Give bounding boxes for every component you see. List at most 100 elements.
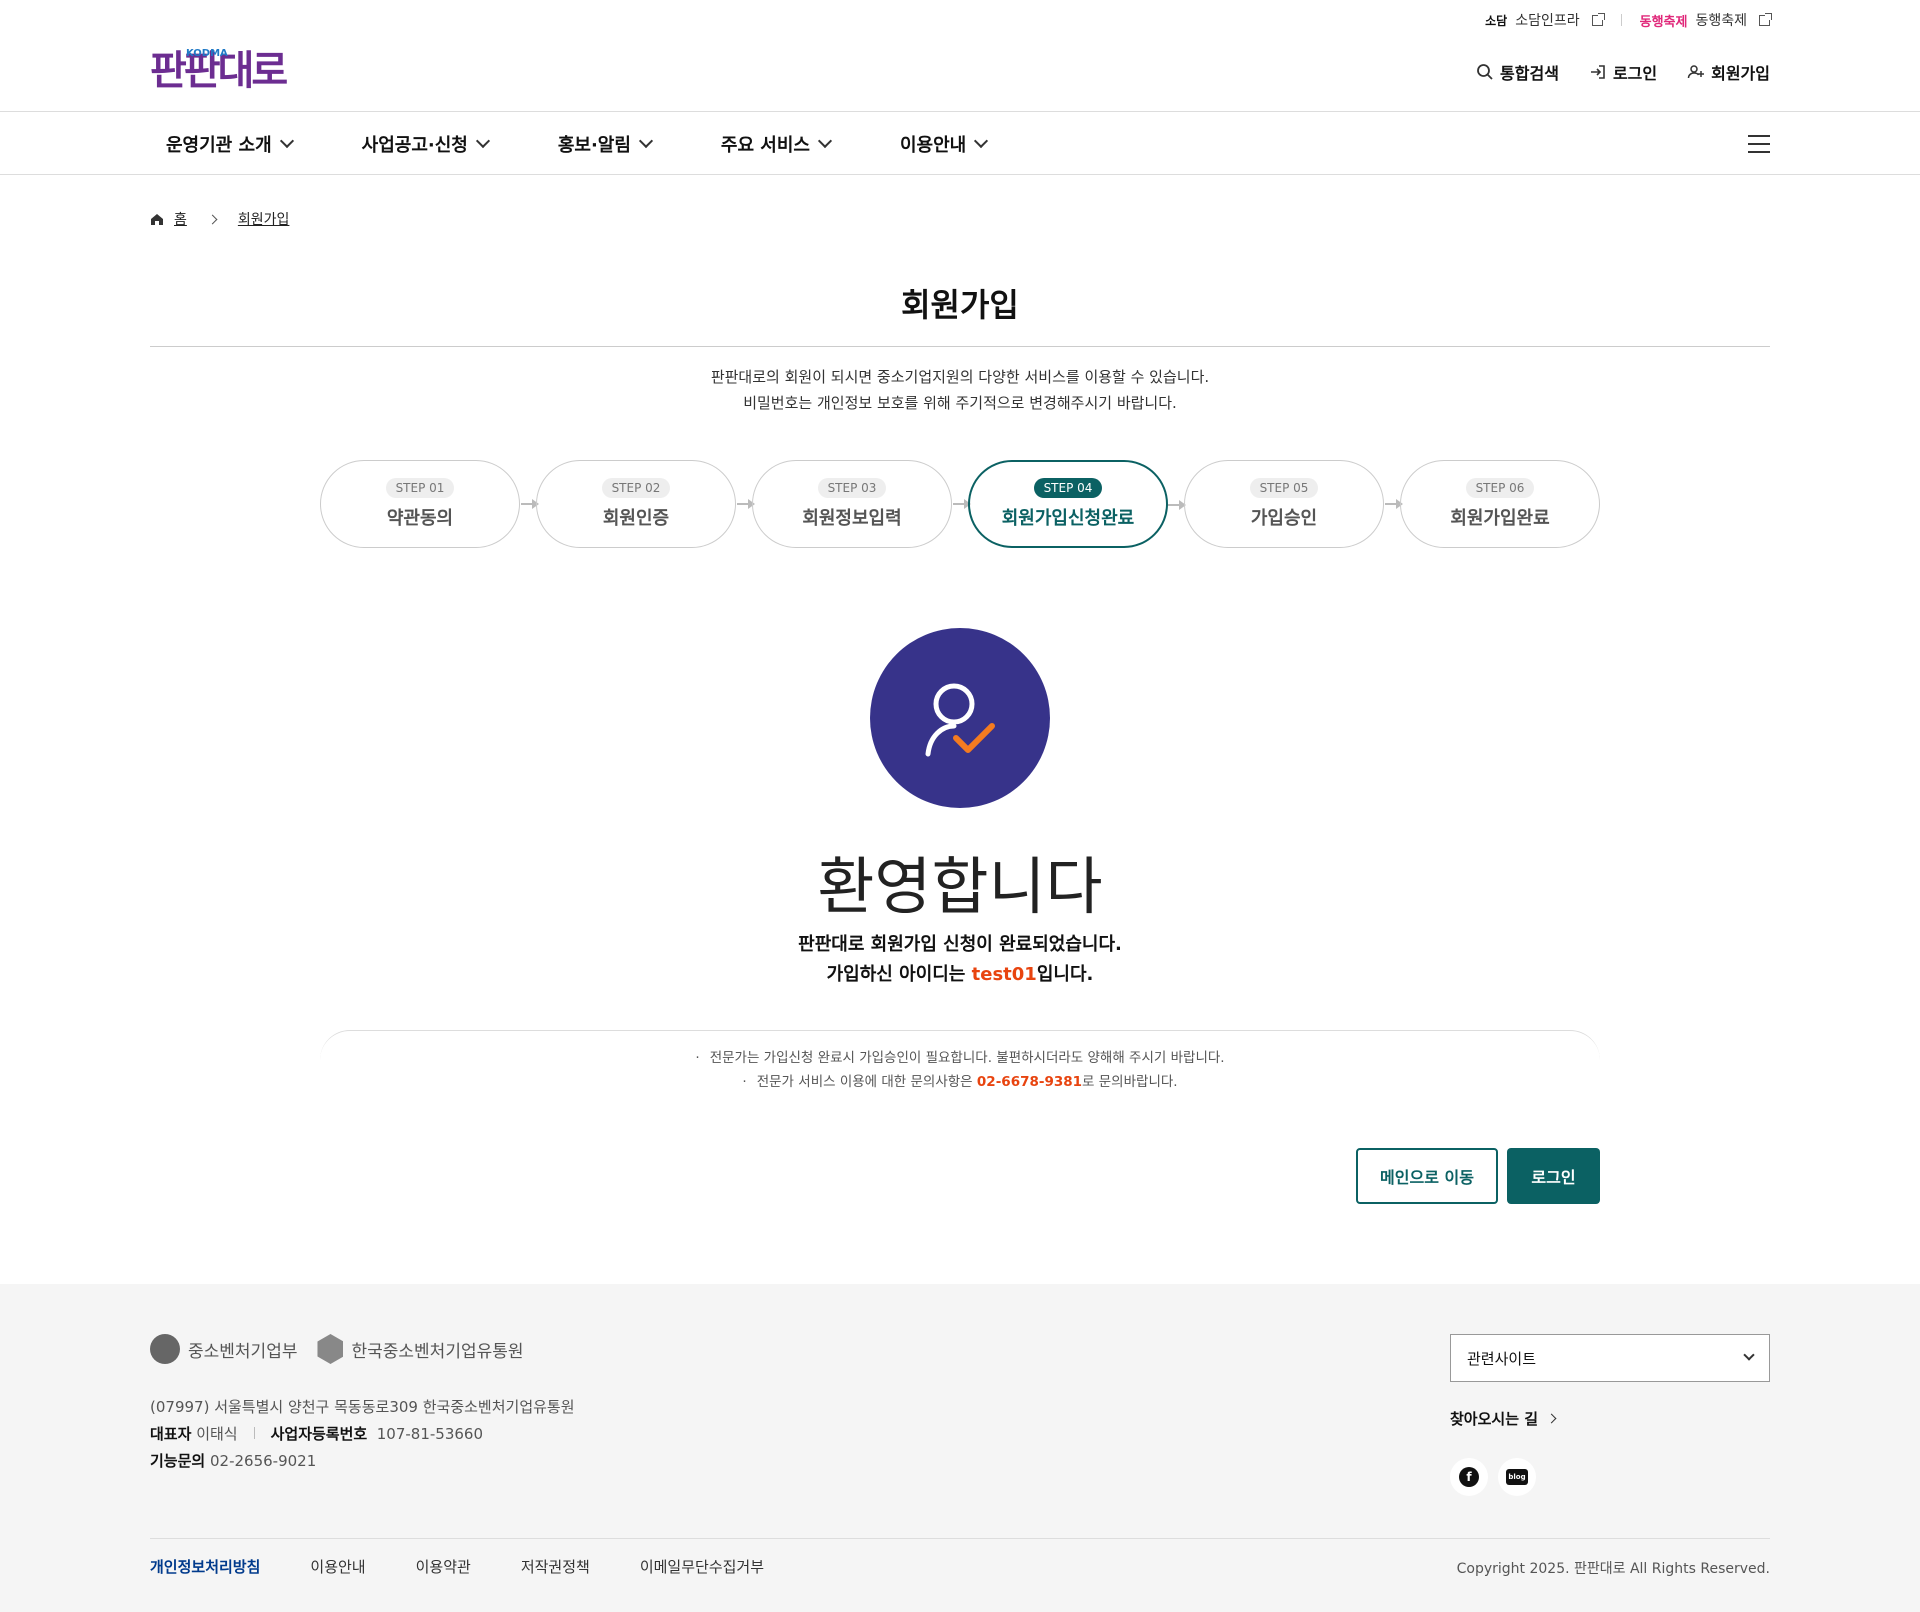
- nav-label: 홍보·알림: [557, 135, 631, 156]
- government-emblem-icon: [150, 1334, 180, 1364]
- page-title: 회원가입: [901, 286, 1019, 324]
- kodma-logo: 한국중소벤처기업유통원: [317, 1334, 524, 1364]
- tel-info: 기능문의 02-2656-9021: [150, 1448, 575, 1475]
- arrow-right-icon: [1385, 499, 1403, 509]
- notice-item: 전문가 서비스 이용에 대한 문의사항은 02-6678-9381로 문의바랍니…: [0, 1070, 1920, 1094]
- intro-line: 비밀번호는 개인정보 보호를 위해 주기적으로 변경해주시기 바랍니다.: [743, 394, 1177, 412]
- nav-label: 사업공고·신청: [361, 135, 468, 156]
- chevron-down-icon: [1743, 1349, 1755, 1361]
- copyright: Copyright 2025. 판판대로 All Rights Reserved…: [1456, 1561, 1770, 1577]
- donghaeng-logo: 동행축제: [1639, 14, 1688, 30]
- sodam-logo: 소담: [1485, 13, 1508, 28]
- site-logo[interactable]: KODMA 판판대로: [150, 48, 288, 92]
- rep-label: 대표자: [150, 1425, 192, 1443]
- divider: [150, 1538, 1770, 1539]
- nav-label: 운영기관 소개: [166, 135, 272, 156]
- nav-item-business[interactable]: 사업공고·신청: [361, 131, 490, 157]
- email-refusal-link[interactable]: 이메일무단수집거부: [640, 1556, 764, 1577]
- nav-label: 이용안내: [900, 135, 967, 156]
- company-info: 대표자 이태식 사업자등록번호 107-81-53660: [150, 1421, 575, 1448]
- step-label: 약관동의: [386, 508, 454, 529]
- external-link-icon: [1591, 12, 1605, 26]
- privacy-policy-link[interactable]: 개인정보처리방침: [150, 1556, 260, 1577]
- address: (07997) 서울특별시 양천구 목동동로309 한국중소벤처기업유통원: [150, 1398, 575, 1416]
- step-number: STEP 05: [1249, 478, 1319, 498]
- footer-links: 개인정보처리방침 이용안내 이용약관 저작권정책 이메일무단수집거부: [150, 1556, 764, 1577]
- footer: 중소벤처기업부 한국중소벤처기업유통원 (07997) 서울특별시 양천구 목동…: [0, 1284, 1920, 1612]
- step-label: 회원인증: [602, 508, 670, 529]
- home-icon: [151, 214, 163, 225]
- go-main-button[interactable]: 메인으로 이동: [1356, 1148, 1498, 1204]
- divider: [253, 1427, 255, 1439]
- footer-logos: 중소벤처기업부 한국중소벤처기업유통원: [150, 1334, 524, 1364]
- rep-name: 이태식: [196, 1425, 238, 1443]
- nav-item-about[interactable]: 운영기관 소개: [166, 131, 294, 157]
- chevron-down-icon: [475, 133, 490, 149]
- search-icon: [1477, 64, 1493, 80]
- notice-suffix: 로 문의바랍니다.: [1082, 1074, 1178, 1090]
- breadcrumb: 홈 회원가입: [150, 209, 289, 229]
- kodma-badge: KODMA: [186, 48, 228, 59]
- search-label: 통합검색: [1500, 64, 1559, 83]
- org-name: 중소벤처기업부: [188, 1341, 298, 1362]
- step-number: STEP 03: [817, 478, 887, 498]
- kodma-emblem-icon: [317, 1334, 344, 1364]
- terms-link[interactable]: 이용약관: [416, 1556, 471, 1577]
- usage-guide-link[interactable]: 이용안내: [310, 1556, 365, 1577]
- tel-label: 기능문의: [150, 1452, 206, 1470]
- blog-link[interactable]: blog: [1498, 1458, 1536, 1496]
- chevron-down-icon: [817, 133, 833, 149]
- login-button[interactable]: 로그인: [1507, 1148, 1600, 1204]
- login-link[interactable]: 로그인: [1589, 60, 1657, 84]
- user-check-icon: [870, 628, 1050, 808]
- chevron-down-icon: [638, 133, 653, 149]
- utility-menu: 통합검색 로그인 회원가입: [1476, 60, 1770, 84]
- step-label: 회원가입완료: [1450, 508, 1550, 529]
- arrow-right-icon: [953, 499, 971, 509]
- step-number: STEP 02: [601, 478, 671, 498]
- family-site-links: 소담 소담인프라 동행축제 동행축제: [1485, 10, 1772, 30]
- user-id-prefix: 가입하신 아이디는: [826, 964, 972, 985]
- biz-label: 사업자등록번호: [270, 1425, 368, 1443]
- related-sites-label: 관련사이트: [1467, 1349, 1537, 1368]
- user-plus-icon: [1687, 65, 1705, 79]
- step-6: STEP 06 회원가입완료: [1400, 460, 1600, 548]
- completion-line: 판판대로 회원가입 신청이 완료되었습니다.: [798, 934, 1122, 955]
- chevron-down-icon: [974, 133, 989, 149]
- nav-item-guide[interactable]: 이용안내: [900, 131, 989, 157]
- welcome-heading: 환영합니다: [817, 850, 1103, 923]
- arrow-right-icon: [1168, 500, 1186, 510]
- integrated-search-link[interactable]: 통합검색: [1476, 60, 1559, 84]
- signup-link[interactable]: 회원가입: [1687, 60, 1770, 84]
- chevron-right-icon: [207, 214, 218, 224]
- step-1: STEP 01 약관동의: [320, 460, 539, 548]
- intro-line: 판판대로의 회원이 되시면 중소기업지원의 다양한 서비스를 이용할 수 있습니…: [710, 368, 1210, 386]
- user-id-line: 가입하신 아이디는 test01입니다.: [0, 960, 1920, 990]
- org-name: 한국중소벤처기업유통원: [351, 1341, 524, 1362]
- step-label: 회원가입신청완료: [1001, 508, 1135, 529]
- signup-label: 회원가입: [1711, 64, 1770, 83]
- sodam-infra-link[interactable]: 소담인프라: [1515, 10, 1579, 30]
- divider: [150, 346, 1770, 347]
- login-icon: [1590, 65, 1605, 79]
- contact-phone: 02-6678-9381: [976, 1074, 1083, 1090]
- nav-item-pr[interactable]: 홍보·알림: [557, 131, 653, 157]
- breadcrumb-current[interactable]: 회원가입: [238, 209, 290, 229]
- facebook-link[interactable]: f: [1450, 1458, 1488, 1496]
- notice-list: 전문가는 가입신청 완료시 가입승인이 필요합니다. 불편하시더라도 양해해 주…: [0, 1046, 1920, 1094]
- donghaeng-festival-link[interactable]: 동행축제: [1695, 10, 1747, 30]
- copyright-policy-link[interactable]: 저작권정책: [521, 1556, 590, 1577]
- hamburger-menu-icon[interactable]: [1748, 135, 1770, 153]
- directions-label: 찾아오시는 길: [1450, 1410, 1539, 1428]
- directions-link[interactable]: 찾아오시는 길: [1450, 1408, 1557, 1429]
- arrow-right-icon: [521, 499, 539, 509]
- divider: [1620, 14, 1622, 26]
- nav-label: 주요 서비스: [720, 135, 810, 156]
- login-label: 로그인: [1612, 64, 1658, 83]
- nav-item-services[interactable]: 주요 서비스: [720, 131, 833, 157]
- step-5: STEP 05 가입승인: [1184, 460, 1403, 548]
- step-number: STEP 04: [1033, 478, 1103, 498]
- step-4-current: STEP 04 회원가입신청완료: [968, 460, 1186, 548]
- related-sites-select[interactable]: 관련사이트: [1450, 1334, 1770, 1382]
- breadcrumb-home[interactable]: 홈: [174, 209, 187, 229]
